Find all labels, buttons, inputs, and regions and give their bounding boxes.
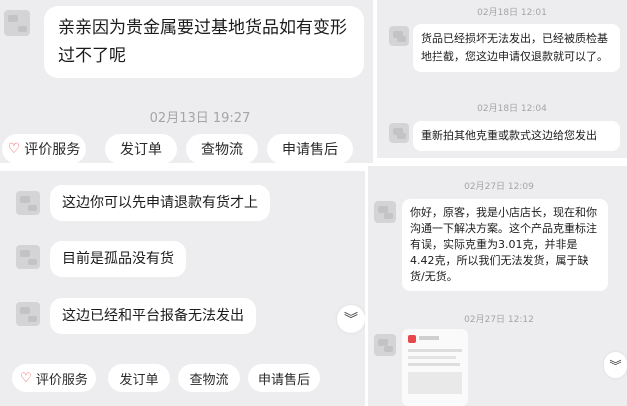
- timestamp: 02月18日 12:04: [477, 104, 547, 114]
- rate-service-label: 评价服务: [24, 142, 81, 158]
- scroll-down-button[interactable]: ︾: [337, 305, 365, 333]
- avatar[interactable]: [389, 26, 409, 46]
- rate-service-label: 评价服务: [35, 372, 88, 388]
- rate-service-button[interactable]: ♡ 评价服务: [12, 364, 96, 392]
- after-sales-button[interactable]: 申请售后: [267, 134, 353, 163]
- scroll-down-button[interactable]: ︾: [604, 352, 627, 378]
- timestamp: 02月27日 12:09: [464, 182, 534, 192]
- message-bubble: 亲亲因为贵金属要过基地货品如有变形过不了呢: [44, 6, 364, 78]
- message-bubble: 货品已经损坏无法发出，已经被质检基地拦截，您这边申请仅退款就可以了。: [413, 24, 620, 72]
- avatar[interactable]: [389, 123, 409, 143]
- message-bubble: 你好，原客，我是小店店长，现在和你沟通一下解决方案。这个产品克重标注有误，实际克…: [402, 199, 608, 291]
- check-logistics-button[interactable]: 查物流: [178, 364, 240, 392]
- message-bubble: 重新拍其他克重或款式这边给您发出: [413, 121, 620, 151]
- avatar[interactable]: [4, 10, 30, 36]
- check-logistics-button[interactable]: 查物流: [186, 134, 258, 163]
- chat-panel-3: 这边你可以先申请退款有货才上 目前是孤品没有货 这边已经和平台报备无法发出 ︾ …: [0, 171, 365, 406]
- message-bubble: 这边已经和平台报备无法发出: [50, 298, 256, 334]
- avatar[interactable]: [16, 302, 40, 326]
- message-bubble: 目前是孤品没有货: [50, 241, 186, 277]
- send-order-button[interactable]: 发订单: [108, 364, 170, 392]
- message-bubble: 这边你可以先申请退款有货才上: [50, 185, 270, 221]
- avatar[interactable]: [16, 191, 40, 215]
- heart-icon: ♡: [7, 141, 21, 157]
- timestamp: 02月13日 19:27: [149, 111, 251, 126]
- heart-icon: ♡: [20, 370, 32, 386]
- chevron-down-icon: ︾: [344, 312, 358, 328]
- avatar[interactable]: [374, 201, 396, 223]
- timestamp: 02月18日 12:01: [477, 8, 547, 18]
- chat-panel-2: 02月18日 12:01 货品已经损坏无法发出，已经被质检基地拦截，您这边申请仅…: [377, 0, 627, 158]
- image-message[interactable]: [402, 329, 468, 406]
- chat-panel-4: 02月27日 12:09 你好，原客，我是小店店长，现在和你沟通一下解决方案。这…: [368, 166, 627, 406]
- avatar[interactable]: [16, 245, 40, 269]
- chevron-down-icon: ︾: [609, 358, 622, 373]
- after-sales-button[interactable]: 申请售后: [248, 364, 320, 392]
- avatar[interactable]: [374, 334, 396, 356]
- thumbnail-logo: [408, 335, 416, 343]
- timestamp: 02月27日 12:12: [464, 315, 534, 325]
- rate-service-button[interactable]: ♡ 评价服务: [2, 134, 86, 163]
- chat-panel-1: 亲亲因为贵金属要过基地货品如有变形过不了呢 02月13日 19:27 ♡ 评价服…: [0, 0, 373, 163]
- send-order-button[interactable]: 发订单: [105, 134, 177, 163]
